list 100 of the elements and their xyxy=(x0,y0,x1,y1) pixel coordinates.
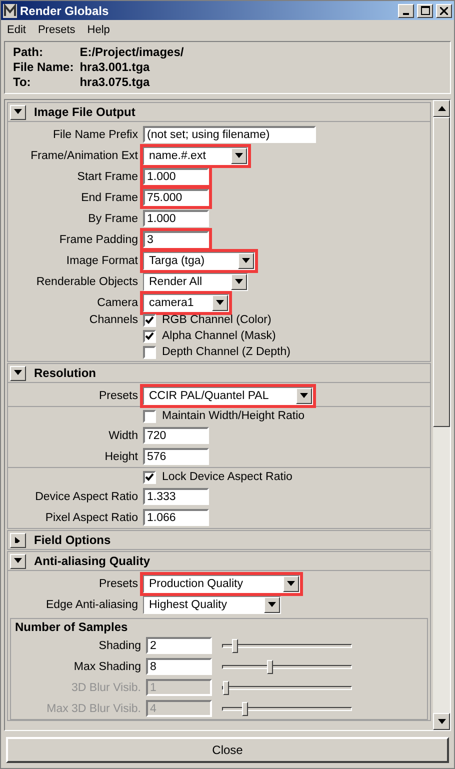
info-value: E:/Project/images/ xyxy=(80,45,185,59)
expand-toggle[interactable] xyxy=(10,532,26,548)
close-button[interactable] xyxy=(436,4,452,18)
checkbox[interactable] xyxy=(143,330,156,342)
window-title: Render Globals xyxy=(20,4,110,18)
field-label: Height xyxy=(104,450,138,462)
field-label: Shading xyxy=(98,640,141,652)
checkbox[interactable] xyxy=(143,410,156,422)
checkbox-label: RGB Channel (Color) xyxy=(162,314,272,326)
checkbox[interactable] xyxy=(143,314,156,326)
checkbox-label: Alpha Channel (Mask) xyxy=(162,330,276,342)
field-label: Camera xyxy=(96,297,138,309)
caret-icon xyxy=(300,393,308,399)
text-field[interactable]: 1.000 xyxy=(143,168,209,185)
field-label: End Frame xyxy=(80,192,138,204)
maximize-icon xyxy=(420,6,430,15)
field-label: Presets xyxy=(98,578,138,590)
slider[interactable] xyxy=(222,638,352,652)
text-field[interactable]: 8 xyxy=(146,658,212,675)
checkbox[interactable] xyxy=(143,346,156,358)
section-title: Resolution xyxy=(34,366,96,380)
field-label: Pixel Aspect Ratio xyxy=(44,512,138,524)
info-label: Path: xyxy=(13,45,44,59)
field-label: Max Shading xyxy=(72,660,141,672)
menu-item[interactable]: Presets xyxy=(38,24,76,36)
section-title: Image File Output xyxy=(34,105,136,119)
field-label: Presets xyxy=(98,390,138,402)
field-label: Renderable Objects xyxy=(35,276,138,288)
checkbox-label: Maintain Width/Height Ratio xyxy=(162,410,305,422)
field-label: Frame Padding xyxy=(58,234,138,246)
expand-toggle[interactable] xyxy=(10,366,26,380)
field-label: Edge Anti-aliasing xyxy=(44,599,138,611)
section-title: Anti-aliasing Quality xyxy=(34,554,150,568)
down-triangle-icon xyxy=(14,109,22,115)
scrollbar[interactable] xyxy=(433,100,450,730)
info-label: To: xyxy=(13,75,32,89)
text-field[interactable]: 1.333 xyxy=(143,488,209,505)
close-dialog-button[interactable]: Close xyxy=(6,737,449,763)
field-label: 3D Blur Visib. xyxy=(70,682,141,694)
text-field[interactable]: 1.000 xyxy=(143,210,209,227)
minimize-button[interactable] xyxy=(398,4,414,18)
menu-item[interactable]: Edit xyxy=(7,24,26,36)
caret-icon xyxy=(235,279,243,285)
maximize-button[interactable] xyxy=(417,4,433,18)
text-field[interactable]: 1.066 xyxy=(143,509,209,526)
dropdown[interactable]: Highest Quality xyxy=(143,596,280,614)
scroll-thumb[interactable] xyxy=(433,117,450,427)
caret-icon xyxy=(242,258,250,264)
field-label: By Frame xyxy=(87,212,138,224)
app-logo-icon xyxy=(3,4,17,18)
text-field[interactable]: 2 xyxy=(146,637,212,654)
text-field[interactable]: 75.000 xyxy=(143,189,209,206)
slider[interactable] xyxy=(222,680,352,694)
info-value: hra3.001.tga xyxy=(80,60,151,74)
menu-item[interactable]: Help xyxy=(87,24,110,36)
dropdown[interactable]: name.#.ext xyxy=(143,147,248,165)
slider[interactable] xyxy=(222,660,352,674)
slider-thumb[interactable] xyxy=(267,660,274,674)
field-label: File Name Prefix xyxy=(52,128,138,140)
check-icon xyxy=(145,473,154,481)
field-label: Image Format xyxy=(65,255,138,267)
caret-icon xyxy=(216,300,224,306)
dropdown[interactable]: Production Quality xyxy=(143,575,300,593)
expand-toggle[interactable] xyxy=(10,104,26,120)
up-triangle-icon xyxy=(438,106,446,112)
caret-icon xyxy=(287,581,295,587)
right-triangle-icon xyxy=(14,537,22,543)
field-label: Max 3D Blur Visib. xyxy=(46,702,141,714)
scroll-up-button[interactable] xyxy=(433,100,450,117)
field-label: Device Aspect Ratio xyxy=(34,490,138,502)
field-label: Frame/Animation Ext xyxy=(30,150,138,162)
frame-title: Number of Samples xyxy=(14,619,129,635)
down-triangle-icon xyxy=(14,558,22,564)
dropdown[interactable]: Targa (tga) xyxy=(143,252,254,270)
checkbox-label: Depth Channel (Z Depth) xyxy=(162,346,290,358)
down-triangle-icon xyxy=(14,370,22,376)
slider-thumb[interactable] xyxy=(232,638,238,652)
field-label: Width xyxy=(108,430,138,442)
close-icon xyxy=(440,6,448,14)
info-label: File Name: xyxy=(13,60,74,74)
field-label: Start Frame xyxy=(76,170,138,182)
dropdown[interactable]: Render All xyxy=(143,273,248,291)
minimize-icon xyxy=(403,12,409,14)
text-field[interactable]: 3 xyxy=(143,231,209,248)
caret-icon xyxy=(235,153,243,159)
checkbox[interactable] xyxy=(143,470,156,484)
caret-icon xyxy=(268,602,276,608)
section-title: Field Options xyxy=(34,533,111,547)
text-field[interactable]: 576 xyxy=(143,448,209,465)
scroll-down-button[interactable] xyxy=(433,713,450,730)
expand-toggle[interactable] xyxy=(10,554,26,568)
dropdown[interactable]: CCIR PAL/Quantel PAL xyxy=(143,387,313,405)
slider[interactable] xyxy=(222,702,352,716)
down-triangle-icon xyxy=(438,718,446,724)
info-value: hra3.075.tga xyxy=(80,75,151,89)
field-label: Channels xyxy=(88,314,138,326)
text-field[interactable]: 720 xyxy=(143,427,209,444)
text-field[interactable]: (not set; using filename) xyxy=(143,126,316,143)
dropdown[interactable]: camera1 xyxy=(143,294,228,312)
checkbox-label: Lock Device Aspect Ratio xyxy=(162,471,292,483)
